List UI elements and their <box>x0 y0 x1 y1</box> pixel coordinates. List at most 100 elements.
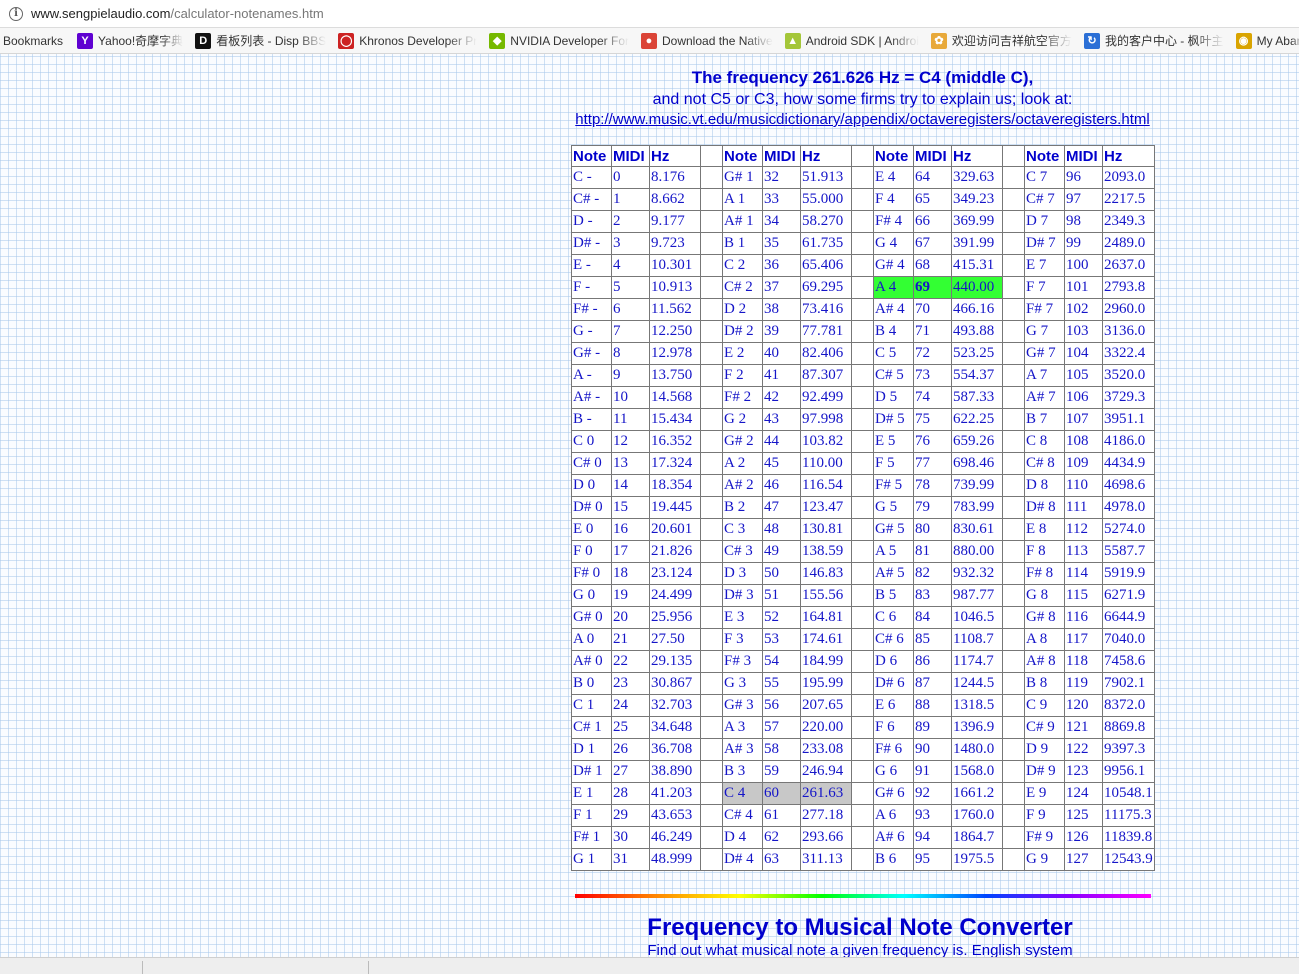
midi-cell: 34 <box>762 210 801 233</box>
table-row: E -4 10.301 C 2 36 65.406 G# 4 68 415.31 E 7 100 2… <box>571 254 1155 277</box>
note-cell: C# 0 <box>571 452 612 475</box>
table-row: A# 0 22 29.135 F# 3 54 184.99 D 6 86 1174.7 A# 81… <box>571 650 1155 673</box>
column-gap <box>700 145 723 167</box>
info-icon[interactable]: i <box>9 6 23 21</box>
table-row: C -0 8.176 G# 1 32 51.913 E 4 64 329.63 C 7 96 209… <box>571 166 1155 189</box>
midi-cell: 125 <box>1064 804 1103 827</box>
table-row: G 1 31 48.999 D# 4 63 311.13 B 6 95 1975.5 G 9 127… <box>571 848 1155 871</box>
column-gap <box>700 760 723 783</box>
midi-cell: 39 <box>762 320 801 343</box>
hz-cell: 10.913 <box>649 276 701 299</box>
note-cell: E 1 <box>571 782 612 805</box>
note-cell: C# 5 <box>873 364 914 387</box>
hz-cell: 103.82 <box>800 430 852 453</box>
note-cell: C - <box>571 166 612 189</box>
midi-cell: 120 <box>1064 694 1103 717</box>
hz-cell: 6271.9 <box>1102 584 1155 607</box>
note-cell: D# 6 <box>873 672 914 695</box>
column-gap <box>700 342 723 365</box>
midi-cell: 104 <box>1064 342 1103 365</box>
hz-cell: 58.270 <box>800 210 852 233</box>
note-cell: A# 3 <box>722 738 763 761</box>
midi-cell: 66 <box>913 210 952 233</box>
table-row: C# 0 13 17.324 A 2 45 110.00 F 5 77 698.46 C# 8 10… <box>571 452 1155 475</box>
note-cell: F# 8 <box>1024 562 1065 585</box>
hz-cell: 61.735 <box>800 232 852 255</box>
midi-cell: 5 <box>611 276 650 299</box>
converter-title: Frequency to Musical Note Converter <box>647 914 1073 941</box>
midi-cell: 56 <box>762 694 801 717</box>
bookmark-item[interactable]: ◆ NVIDIA Developer For <box>489 32 629 49</box>
bookmark-item[interactable]: ◯ Khronos Developer Pr <box>338 32 477 49</box>
note-cell: D 9 <box>1024 738 1065 761</box>
hz-cell: 1318.5 <box>951 694 1003 717</box>
note-cell: C# 2 <box>722 276 763 299</box>
midi-cell: 47 <box>762 496 801 519</box>
column-gap <box>700 650 723 673</box>
header-midi: MIDI <box>1064 145 1103 167</box>
midi-cell: 71 <box>913 320 952 343</box>
note-cell: B 4 <box>873 320 914 343</box>
bookmark-item[interactable]: ● Download the Native <box>641 32 773 49</box>
column-gap <box>851 342 874 365</box>
midi-cell: 92 <box>913 782 952 805</box>
note-cell: G 3 <box>722 672 763 695</box>
hz-cell: 3951.1 <box>1102 408 1155 431</box>
column-gap <box>851 562 874 585</box>
midi-cell: 60 <box>762 782 801 805</box>
aban-icon: ◉ <box>1235 32 1252 49</box>
address-bar[interactable]: i www.sengpielaudio.com/calculator-noten… <box>0 0 1299 28</box>
hz-cell: 6644.9 <box>1102 606 1155 629</box>
column-gap <box>700 298 723 321</box>
midi-cell: 68 <box>913 254 952 277</box>
column-gap <box>700 386 723 409</box>
hz-cell: 155.56 <box>800 584 852 607</box>
column-gap <box>1002 540 1025 563</box>
bookmark-item[interactable]: Y Yahoo!奇摩字典 <box>77 32 183 49</box>
note-cell: F 5 <box>873 452 914 475</box>
hz-cell: 27.50 <box>649 628 701 651</box>
hz-cell: 415.31 <box>951 254 1003 277</box>
note-cell: C 4 <box>722 782 763 805</box>
column-gap <box>851 826 874 849</box>
bookmark-item[interactable]: ↻ 我的客户中心 - 枫叶主 <box>1083 32 1224 49</box>
midi-cell: 4 <box>611 254 650 277</box>
note-cell: B 6 <box>873 848 914 871</box>
bookmark-item[interactable]: ◉ My Aban <box>1235 32 1299 49</box>
midi-cell: 103 <box>1064 320 1103 343</box>
midi-cell: 38 <box>762 298 801 321</box>
bookmark-item[interactable]: ✿ 欢迎访问吉祥航空官方 <box>930 32 1072 49</box>
table-row: C 1 24 32.703 G# 3 56 207.65 E 6 88 1318.5 C 9 120… <box>571 694 1155 717</box>
midi-cell: 22 <box>611 650 650 673</box>
hz-cell: 3729.3 <box>1102 386 1155 409</box>
hz-cell: 4434.9 <box>1102 452 1155 475</box>
bookmarks-menu-button[interactable]: Bookmarks <box>3 34 63 48</box>
note-cell: D 8 <box>1024 474 1065 497</box>
bookmark-item[interactable]: ▲ Android SDK | Androi <box>784 32 919 49</box>
table-row: D# 0 15 19.445 B 2 47 123.47 G 5 79 783.99 D# 8 11… <box>571 496 1155 519</box>
hz-cell: 7458.6 <box>1102 650 1155 673</box>
octave-registers-link[interactable]: http://www.music.vt.edu/musicdictionary/… <box>556 111 1169 128</box>
midi-cell: 27 <box>611 760 650 783</box>
hz-cell: 51.913 <box>800 166 852 189</box>
hz-cell: 5587.7 <box>1102 540 1155 563</box>
midi-cell: 63 <box>762 848 801 871</box>
note-cell: F# 4 <box>873 210 914 233</box>
midi-cell: 20 <box>611 606 650 629</box>
hz-cell: 8.662 <box>649 188 701 211</box>
note-cell: A# 4 <box>873 298 914 321</box>
bookmark-item[interactable]: D 看板列表 - Disp BBS <box>195 32 326 49</box>
note-cell: G 7 <box>1024 320 1065 343</box>
frequency-headline: The frequency 261.626 Hz = C4 (middle C)… <box>691 68 1034 87</box>
note-cell: B 8 <box>1024 672 1065 695</box>
hz-cell: 220.00 <box>800 716 852 739</box>
midi-cell: 29 <box>611 804 650 827</box>
hz-cell: 116.54 <box>800 474 852 497</box>
hz-cell: 4186.0 <box>1102 430 1155 453</box>
converter-subtitle: Find out what musical note a given frequ… <box>647 942 1073 957</box>
hz-cell: 77.781 <box>800 320 852 343</box>
midi-cell: 75 <box>913 408 952 431</box>
note-cell: A# - <box>571 386 612 409</box>
midi-cell: 18 <box>611 562 650 585</box>
midi-cell: 6 <box>611 298 650 321</box>
